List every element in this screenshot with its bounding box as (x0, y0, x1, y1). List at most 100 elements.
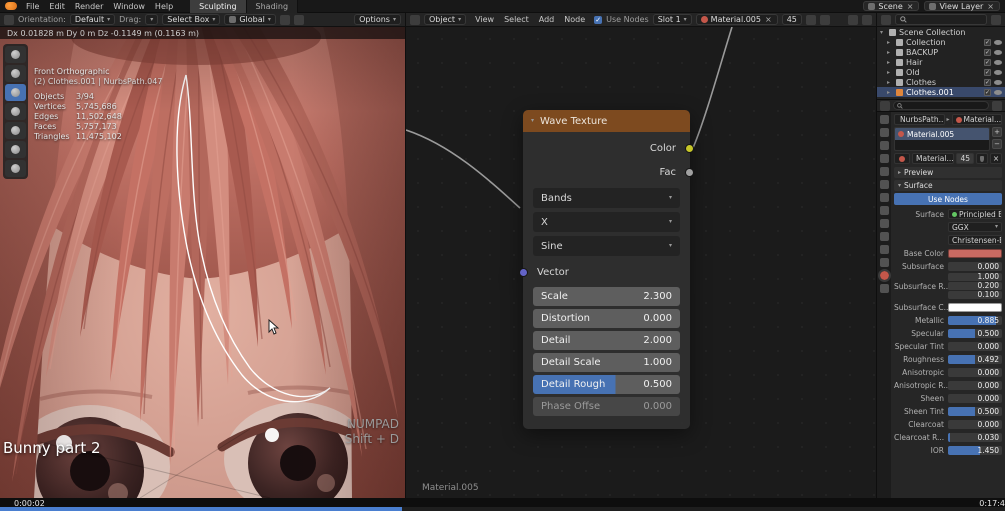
object-data-tab-icon[interactable] (879, 258, 889, 267)
transform-orientation-dropdown[interactable]: Global ▾ (224, 14, 276, 25)
wave-texture-node[interactable]: ▾ Wave Texture Color Fac Bands ▾ X ▾ Sine ▾ Ve… (519, 110, 694, 429)
phase-offse-field[interactable]: Phase Offse 0.000 (533, 397, 680, 416)
scene-selector[interactable]: Scene × (863, 1, 920, 11)
fac-socket[interactable] (685, 168, 694, 177)
blender-logo-icon[interactable] (5, 2, 17, 10)
detail-rough-field[interactable]: Detail Rough 0.500 (533, 375, 680, 394)
filter-icon[interactable] (991, 14, 1001, 25)
draw-tool-icon[interactable] (5, 46, 26, 63)
node-menu-view[interactable]: View (470, 15, 499, 24)
clay-strips-tool-icon[interactable] (5, 84, 26, 101)
surface-section-header[interactable]: ▾ Surface (894, 180, 1002, 191)
view-layer-tab-icon[interactable] (879, 154, 889, 163)
node-menu-add[interactable]: Add (534, 15, 560, 24)
material-tab-icon[interactable] (877, 269, 891, 282)
menu-render[interactable]: Render (70, 2, 108, 11)
modifiers-tab-icon[interactable] (879, 206, 889, 215)
timeline-bar[interactable]: 0:00:02 0:17:4 (0, 498, 1005, 511)
outliner-item-clothes-001[interactable]: ▸ Clothes.001 ✓ (877, 87, 1005, 97)
node-menu-select[interactable]: Select (499, 15, 534, 24)
remove-material-slot-button[interactable]: − (992, 139, 1002, 149)
view-layer-unlink-icon[interactable]: × (986, 2, 995, 11)
exclude-checkbox-icon[interactable]: ✓ (984, 38, 991, 46)
outliner-item-scene-collection[interactable]: ▾ Scene Collection (877, 27, 1005, 37)
hide-eye-icon[interactable] (994, 69, 1002, 75)
expand-triangle-icon[interactable]: ▸ (887, 59, 893, 66)
snap-magnet-icon[interactable] (279, 14, 290, 25)
breadcrumb-material[interactable]: Material... (951, 114, 1003, 125)
exclude-checkbox-icon[interactable]: ✓ (984, 78, 991, 86)
menu-edit[interactable]: Edit (44, 2, 70, 11)
use-nodes-button[interactable]: Use Nodes (894, 193, 1002, 205)
subsurface-method-dropdown[interactable]: Christensen-Burley▾ (948, 235, 1002, 245)
exclude-checkbox-icon[interactable]: ✓ (984, 88, 991, 96)
value-slider[interactable]: 0.000 (948, 341, 1002, 351)
value-slider[interactable]: 1.450 (948, 445, 1002, 455)
orientation-dropdown[interactable]: Default ▾ (69, 14, 116, 25)
preview-section-header[interactable]: ▸ Preview (894, 167, 1002, 178)
distribution-dropdown[interactable]: GGX ▾ (948, 222, 1002, 232)
tool-tab-icon[interactable] (879, 115, 889, 124)
users-count-button[interactable]: 45 (956, 153, 974, 164)
node-header[interactable]: ▾ Wave Texture (523, 110, 690, 132)
value-field[interactable]: 0.200 (948, 282, 1002, 290)
collapse-triangle-icon[interactable]: ▾ (531, 118, 534, 124)
node-menu-node[interactable]: Node (559, 15, 590, 24)
collapse-triangle-icon[interactable]: ▾ (880, 29, 886, 36)
value-slider[interactable]: 0.030 (948, 432, 1002, 442)
value-slider[interactable]: 0.000 (948, 367, 1002, 377)
mask-tool-icon[interactable] (5, 160, 26, 177)
properties-editor-type-icon[interactable] (880, 100, 890, 111)
snapping-icon[interactable] (848, 14, 858, 25)
particles-tab-icon[interactable] (879, 219, 889, 228)
physics-tab-icon[interactable] (879, 232, 889, 241)
distortion-field[interactable]: Distortion 0.000 (533, 309, 680, 328)
exclude-checkbox-icon[interactable]: ✓ (984, 68, 991, 76)
grab-tool-icon[interactable] (5, 122, 26, 139)
object-tab-icon[interactable] (879, 193, 889, 202)
detail-field[interactable]: Detail 2.000 (533, 331, 680, 350)
value-slider[interactable]: 0.000 (948, 393, 1002, 403)
texture-tab-icon[interactable] (879, 284, 889, 293)
value-slider[interactable]: 0.000 (948, 380, 1002, 390)
value-slider[interactable]: 0.500 (948, 328, 1002, 338)
hide-eye-icon[interactable] (994, 49, 1002, 55)
hide-eye-icon[interactable] (994, 79, 1002, 85)
exclude-checkbox-icon[interactable]: ✓ (984, 48, 991, 56)
menu-file[interactable]: File (21, 2, 44, 11)
shader-node-editor[interactable]: ▾ Wave Texture Color Fac Bands ▾ X ▾ Sine ▾ Ve… (405, 27, 876, 498)
outliner-search-input[interactable] (895, 14, 987, 25)
proportional-editing-icon[interactable] (293, 14, 304, 25)
value-slider[interactable]: 0.492 (948, 354, 1002, 364)
material-slot-list[interactable]: Material.005 (894, 127, 990, 151)
fake-user-shield-icon[interactable] (976, 153, 988, 164)
color-swatch[interactable] (948, 248, 1002, 258)
value-slider[interactable]: 0.000 (948, 419, 1002, 429)
material-name-field[interactable]: Material... (912, 153, 955, 164)
surface-shader-dropdown[interactable]: Principled BSDF (948, 209, 1002, 219)
value-field[interactable]: 1.000 (948, 273, 1002, 281)
scene-unlink-icon[interactable]: × (906, 2, 915, 11)
exclude-checkbox-icon[interactable]: ✓ (984, 58, 991, 66)
options-dropdown[interactable]: Options ▾ (354, 14, 401, 25)
workspace-tab-sculpting[interactable]: Sculpting (190, 0, 247, 13)
scale-field[interactable]: Scale 2.300 (533, 287, 680, 306)
expand-triangle-icon[interactable]: ▸ (887, 49, 893, 56)
shader-editor-type-icon[interactable] (410, 14, 420, 25)
slot-dropdown[interactable]: Slot 1 ▾ (652, 14, 692, 25)
outliner-item-collection[interactable]: ▸ Collection ✓ (877, 37, 1005, 47)
inflate-tool-icon[interactable] (5, 103, 26, 120)
outliner[interactable]: ▾ Scene Collection ▸ Collection ✓ ▸ BACKUP ✓ ▸ Ha… (876, 27, 1005, 99)
properties-search-input[interactable] (893, 101, 989, 110)
material-slot-row[interactable]: Material.005 (895, 128, 989, 140)
hide-eye-icon[interactable] (994, 59, 1002, 65)
browse-material-button[interactable] (894, 153, 910, 164)
value-field[interactable]: 0.100 (948, 291, 1002, 299)
shader-type-dropdown[interactable]: Object ▾ (424, 14, 467, 25)
breadcrumb-object[interactable]: NurbsPath... (894, 114, 945, 125)
users-count-button[interactable]: 45 (781, 14, 802, 25)
value-slider[interactable]: 0.885 (948, 315, 1002, 325)
draw-sharp-tool-icon[interactable] (5, 65, 26, 82)
expand-triangle-icon[interactable]: ▸ (887, 39, 893, 46)
color-socket[interactable] (685, 144, 694, 153)
